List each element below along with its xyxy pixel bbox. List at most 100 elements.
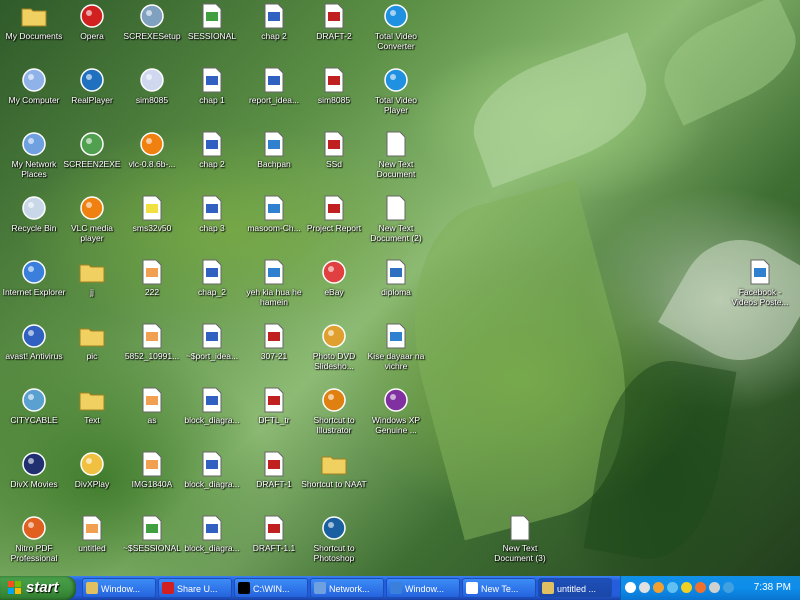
desktop-icon[interactable]: chap 2 <box>178 130 246 192</box>
desktop-icon[interactable]: chap 3 <box>178 194 246 256</box>
desktop-icon[interactable]: Facebook - Videos Poste... <box>726 258 794 320</box>
photoshop-icon <box>321 515 347 541</box>
word-doc-icon <box>199 131 225 157</box>
desktop-icon[interactable]: Bachpan <box>240 130 308 192</box>
desktop-icon[interactable]: New Text Document <box>362 130 430 192</box>
desktop-icon[interactable]: DRAFT-1.1 <box>240 514 308 576</box>
media-tray-icon[interactable] <box>723 582 734 593</box>
desktop-icon[interactable]: chap 1 <box>178 66 246 128</box>
desktop-icon-label: chap 2 <box>199 159 225 169</box>
desktop-icon[interactable]: 307-21 <box>240 322 308 384</box>
taskbar-button-label: untitled ... <box>557 584 597 594</box>
network-icon <box>21 387 47 413</box>
desktop-icon[interactable]: Photo DVD Slidesho... <box>300 322 368 384</box>
desktop-icon[interactable]: Shortcut to Illustrator <box>300 386 368 448</box>
desktop-icon[interactable]: DRAFT-1 <box>240 450 308 512</box>
audio-tray-icon[interactable] <box>709 582 720 593</box>
media-file-icon <box>261 195 287 221</box>
desktop-icon[interactable]: block_diagra... <box>178 514 246 576</box>
desktop-icon[interactable]: DFTL_tr <box>240 386 308 448</box>
desktop-icon[interactable]: DRAFT-2 <box>300 2 368 64</box>
desktop-icon[interactable]: Windows XP Genuine ... <box>362 386 430 448</box>
pdf-file-icon <box>261 515 287 541</box>
desktop-icon[interactable]: Kise dayaar na vichre <box>362 322 430 384</box>
desktop-icon[interactable]: 222 <box>118 258 186 320</box>
desktop-icon-label: vlc-0.8.6b-... <box>128 159 176 169</box>
start-button[interactable]: start <box>0 576 76 600</box>
desktop-icon[interactable]: chap_2 <box>178 258 246 320</box>
desktop-icon[interactable]: Total Video Player <box>362 66 430 128</box>
desktop-icon-label: sms32v50 <box>132 223 172 233</box>
desktop-icon[interactable]: block_diagra... <box>178 386 246 448</box>
desktop-icon[interactable]: VLC media player <box>58 194 126 256</box>
desktop-icon-label: Windows XP Genuine ... <box>371 415 421 435</box>
desktop-icon[interactable]: Project Report <box>300 194 368 256</box>
total-video-icon <box>383 3 409 29</box>
taskbar-button[interactable]: C:\WIN... <box>234 578 308 598</box>
word-doc-icon <box>199 67 225 93</box>
desktop-icon[interactable]: jj <box>58 258 126 320</box>
desktop-icon[interactable]: ~$port_idea... <box>178 322 246 384</box>
desktop-icon[interactable]: RealPlayer <box>58 66 126 128</box>
desktop-icon[interactable]: 5852_10991... <box>118 322 186 384</box>
desktop-icon-label: yeh kia hua he hamein <box>246 287 302 307</box>
folder-icon <box>79 259 105 285</box>
desktop-icon[interactable]: IMG1840A <box>118 450 186 512</box>
desktop-icon[interactable]: masoom-Ch... <box>240 194 308 256</box>
word-doc-icon <box>199 259 225 285</box>
help-icon[interactable] <box>625 582 636 593</box>
desktop-icon[interactable]: sim8085 <box>118 66 186 128</box>
media-file-icon <box>747 259 773 285</box>
image-file-icon <box>139 259 165 285</box>
desktop-icon[interactable]: New Text Document (3) <box>486 514 554 576</box>
display-tray-icon[interactable] <box>667 582 678 593</box>
shield-tray-icon[interactable] <box>681 582 692 593</box>
dvd-tray-icon[interactable] <box>653 582 664 593</box>
desktop-icon[interactable]: Shortcut to NAAT <box>300 450 368 512</box>
desktop-icon[interactable]: Text <box>58 386 126 448</box>
desktop-icon-label: DRAFT-2 <box>316 31 352 41</box>
network-tray-icon[interactable] <box>639 582 650 593</box>
desktop-icon[interactable]: as <box>118 386 186 448</box>
desktop-icon[interactable]: diploma <box>362 258 430 320</box>
avast-tray-icon[interactable] <box>695 582 706 593</box>
desktop-icon[interactable]: untitled <box>58 514 126 576</box>
taskbar-button[interactable]: New Te... <box>462 578 536 598</box>
desktop-icon[interactable]: SCREEN2EXE <box>58 130 126 192</box>
desktop-icon-label: sim8085 <box>135 95 169 105</box>
desktop-icon[interactable]: vlc-0.8.6b-... <box>118 130 186 192</box>
desktop-icon[interactable]: DivXPlay <box>58 450 126 512</box>
desktop-icon[interactable]: report_idea... <box>240 66 308 128</box>
taskbar-button[interactable]: untitled ... <box>538 578 612 598</box>
desktop-icon[interactable]: pic <box>58 322 126 384</box>
taskbar-button[interactable]: Network... <box>310 578 384 598</box>
image-file-icon <box>139 323 165 349</box>
desktop-icon[interactable]: Total Video Converter <box>362 2 430 64</box>
desktop-icon[interactable]: sms32v50 <box>118 194 186 256</box>
pdf-file-icon <box>261 323 287 349</box>
desktop-icon[interactable]: Opera <box>58 2 126 64</box>
desktop-icon-label: Shortcut to Photoshop <box>313 543 355 563</box>
image-file-icon <box>79 515 105 541</box>
desktop-icon[interactable]: New Text Document (2) <box>362 194 430 256</box>
desktop-icon[interactable]: chap 2 <box>240 2 308 64</box>
desktop-icon[interactable]: SCREXESetup <box>118 2 186 64</box>
taskbar-button[interactable]: Share U... <box>158 578 232 598</box>
desktop-icon[interactable]: SESSIONAL <box>178 2 246 64</box>
desktop-icon[interactable]: Shortcut to Photoshop <box>300 514 368 576</box>
desktop-icon-label: SCREXESetup <box>123 31 181 41</box>
desktop-icon[interactable]: sim8085 <box>300 66 368 128</box>
desktop-icon-label: New Text Document <box>376 159 416 179</box>
taskbar-button[interactable]: Window... <box>386 578 460 598</box>
desktop-icon[interactable]: ~$SESSIONAL <box>118 514 186 576</box>
desktop-icon[interactable]: SSd <box>300 130 368 192</box>
taskbar-button-label: Network... <box>329 584 370 594</box>
desktop-icon[interactable]: yeh kia hua he hamein <box>240 258 308 320</box>
desktop-icon-label: Shortcut to NAAT <box>301 479 367 489</box>
clock[interactable]: 7:38 PM <box>754 576 791 600</box>
desktop-icon[interactable]: eBay <box>300 258 368 320</box>
desktop-icon[interactable]: block_diagra... <box>178 450 246 512</box>
desktop-icon-label: RealPlayer <box>71 95 113 105</box>
taskbar-button[interactable]: Window... <box>82 578 156 598</box>
desktop[interactable]: My Documents My Computer My Network Places… <box>0 0 800 576</box>
